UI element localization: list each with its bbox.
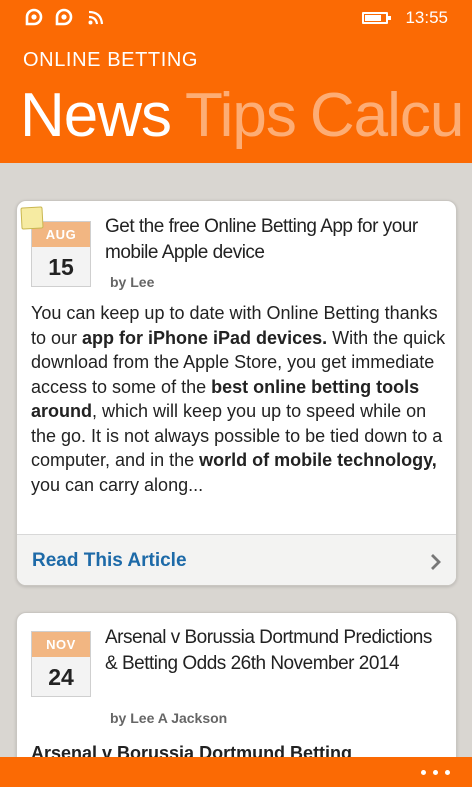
pivot-tab-news[interactable]: News	[20, 81, 172, 150]
notification-icon	[25, 8, 43, 26]
wifi-icon	[88, 10, 104, 25]
sticky-note-icon	[20, 206, 44, 230]
excerpt-bold: Arsenal v Borussia Dortmund Betting	[31, 743, 353, 757]
date-month: NOV	[32, 632, 90, 657]
app-bar	[0, 757, 472, 787]
date-badge: NOV 24	[31, 631, 91, 697]
date-day: 24	[48, 664, 74, 690]
article-author: by Lee A Jackson	[110, 710, 228, 726]
date-badge: AUG 15	[31, 221, 91, 287]
excerpt-bold: world of mobile technology,	[199, 450, 437, 470]
status-bar: 13:55	[0, 0, 472, 34]
article-title[interactable]: Get the free Online Betting App for your…	[105, 214, 440, 266]
read-article-label: Read This Article	[32, 550, 187, 571]
app-title: ONLINE BETTING	[23, 49, 199, 71]
battery-icon	[362, 12, 391, 24]
article-card[interactable]: NOV 24 Arsenal v Borussia Dortmund Predi…	[16, 612, 457, 757]
read-article-button[interactable]: Read This Article	[17, 534, 456, 585]
article-title[interactable]: Arsenal v Borussia Dortmund Predictions …	[105, 625, 440, 677]
date-day: 15	[48, 254, 74, 280]
article-card[interactable]: AUG 15 Get the free Online Betting App f…	[16, 200, 457, 586]
excerpt-bold: app for iPhone iPad devices.	[82, 327, 328, 348]
notification-icon	[55, 8, 73, 26]
ellipsis-icon[interactable]	[420, 763, 452, 781]
pivot-tab-calculators[interactable]: Calcu	[310, 81, 465, 150]
chevron-right-icon	[431, 554, 441, 570]
article-excerpt: You can keep up to date with Online Bett…	[31, 301, 446, 497]
pivot-tab-tips[interactable]: Tips	[185, 81, 297, 150]
pivot-header: News Tips Calcu	[20, 80, 472, 151]
news-list[interactable]: AUG 15 Get the free Online Betting App f…	[0, 163, 472, 757]
header: 13:55 ONLINE BETTING News Tips Calcu	[0, 0, 472, 163]
article-excerpt: Arsenal v Borussia Dortmund Betting	[31, 741, 446, 757]
status-time: 13:55	[405, 8, 448, 27]
excerpt-text: you can carry along...	[31, 474, 204, 495]
article-author: by Lee	[110, 274, 155, 290]
